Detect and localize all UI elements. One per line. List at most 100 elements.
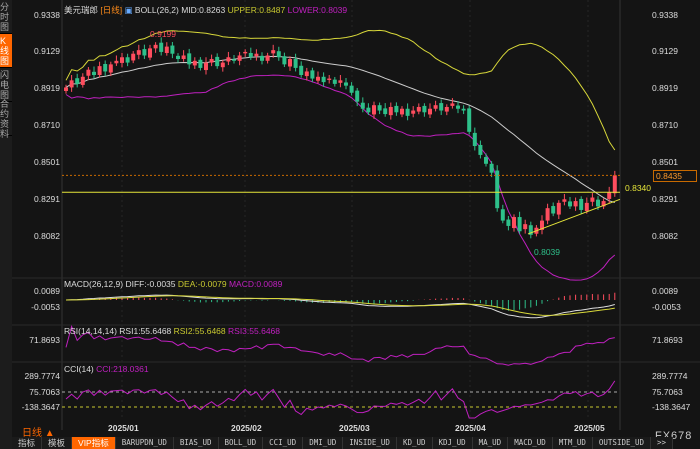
price-tick: 0.8082 — [652, 231, 678, 241]
candle-body — [131, 53, 136, 61]
candle-body — [355, 90, 360, 102]
candle-body — [125, 57, 130, 63]
chart-header: 美元瑞郎 [日线] ▣ BOLL(26,2) MID:0.8263 UPPER:… — [64, 4, 347, 16]
candle-body — [545, 208, 550, 221]
tab-mtm-ud[interactable]: MTM_UD — [552, 437, 593, 449]
candle-body — [321, 76, 326, 83]
candle-body — [254, 53, 259, 57]
candle-body — [164, 46, 169, 53]
kline-chart[interactable] — [0, 0, 700, 449]
boll-upper: UPPER:0.8487 — [227, 5, 286, 15]
candle-body — [484, 157, 488, 164]
cci-tick: 75.7063 — [29, 387, 60, 397]
tab-outside-ud[interactable]: OUTSIDE_UD — [592, 437, 652, 449]
rsi-legend: RSI(14,14,14) RSI1:55.6468 RSI2:55.6468 … — [64, 326, 280, 336]
candle-body — [327, 78, 332, 80]
current-price-badge: 0.8435 — [653, 170, 697, 182]
date-tick: 2025/05 — [574, 423, 605, 433]
tab-kdj-ud[interactable]: KDJ_UD — [432, 437, 473, 449]
candle-body — [69, 80, 74, 88]
candle-body — [260, 55, 264, 61]
macd-dea: DEA:-0.0079 — [177, 279, 227, 289]
date-tick: 2025/03 — [339, 423, 370, 433]
candle-body — [80, 76, 85, 85]
candle-body — [439, 103, 444, 111]
date-tick: 2025/04 — [455, 423, 486, 433]
tab-ma-ud[interactable]: MA_UD — [472, 437, 509, 449]
candle-body — [103, 64, 108, 72]
tab-barupdn-ud[interactable]: BARUPDN_UD — [115, 437, 174, 449]
candle-body — [220, 62, 225, 68]
tab--[interactable]: >> — [651, 437, 674, 449]
tab--[interactable]: 指标 — [12, 437, 43, 449]
candle-body — [75, 78, 80, 84]
candle-body — [271, 50, 276, 54]
candle-body — [310, 70, 315, 79]
candle-body — [500, 209, 505, 221]
candle-body — [444, 106, 449, 112]
candle-body — [344, 82, 348, 86]
tab-macd-ud[interactable]: MACD_UD — [508, 437, 553, 449]
candle-body — [198, 59, 203, 68]
candle-body — [400, 108, 404, 115]
price-tick: 0.8501 — [652, 157, 678, 167]
tab-boll-ud[interactable]: BOLL_UD — [218, 437, 264, 449]
boll-upper-line — [65, 29, 616, 151]
candle-body — [478, 144, 483, 155]
candle-body — [265, 55, 270, 61]
boll-lower: LOWER:0.8039 — [287, 5, 348, 15]
macd-tick: -0.0053 — [31, 302, 60, 312]
candle-body — [523, 224, 528, 230]
candle-body — [394, 105, 399, 113]
tab-cci-ud[interactable]: CCI_UD — [263, 437, 304, 449]
symbol-name: 美元瑞郎 — [64, 5, 99, 15]
tab-vip-[interactable]: VIP指标 — [72, 437, 116, 449]
candle-body — [282, 56, 287, 65]
candle-body — [551, 206, 556, 214]
tab-inside-ud[interactable]: INSIDE_UD — [343, 437, 397, 449]
boll-title: BOLL(26,2) — [134, 5, 179, 15]
candle-body — [114, 60, 119, 64]
price-tick: 0.8291 — [652, 194, 678, 204]
cci-tick: 289.7774 — [24, 371, 60, 381]
period-label[interactable]: [日线] — [100, 5, 122, 15]
candle-body — [506, 219, 511, 226]
candle-body — [495, 170, 500, 209]
candle-body — [332, 79, 337, 84]
tab-kd-ud[interactable]: KD_UD — [396, 437, 433, 449]
candle-body — [187, 53, 192, 65]
price-tick: 0.8919 — [34, 83, 60, 93]
tab-dmi-ud[interactable]: DMI_UD — [303, 437, 344, 449]
candle-body — [349, 85, 354, 93]
candle-body — [64, 87, 68, 91]
candle-body — [568, 201, 572, 207]
price-tick: 0.8919 — [652, 83, 678, 93]
price-tick: 0.8710 — [652, 120, 678, 130]
price-tick: 0.9129 — [652, 46, 678, 56]
candle-body — [338, 80, 343, 83]
macd-value: MACD:0.0089 — [228, 279, 283, 289]
candle-body — [596, 199, 600, 207]
macd-tick: -0.0053 — [652, 302, 681, 312]
cci-tick: 75.7063 — [652, 387, 683, 397]
tab-bias-ud[interactable]: BIAS_UD — [173, 437, 219, 449]
candle-body — [411, 110, 416, 114]
candle-body — [148, 48, 152, 58]
tab--[interactable]: 模板 — [42, 437, 73, 449]
candle-body — [97, 66, 102, 76]
cci-line — [65, 380, 616, 419]
candle-body — [316, 76, 320, 81]
candle-body — [562, 199, 567, 202]
macd-title: MACD(26,12,9) — [64, 279, 124, 289]
candle-body — [170, 45, 175, 54]
candle-body — [467, 108, 472, 132]
candle-body — [428, 108, 432, 115]
price-tick: 0.9338 — [652, 10, 678, 20]
candle-body — [176, 55, 180, 60]
candle-body — [472, 132, 477, 147]
candle-body — [192, 60, 197, 66]
candle-body — [248, 52, 253, 58]
macd-dea-line — [65, 295, 615, 316]
indicator-tabs: 指标 模板 VIP指标 BARUPDN_UD BIAS_UD BOLL_UD CCI_UD D… — [12, 437, 674, 449]
candle-body — [489, 163, 494, 173]
